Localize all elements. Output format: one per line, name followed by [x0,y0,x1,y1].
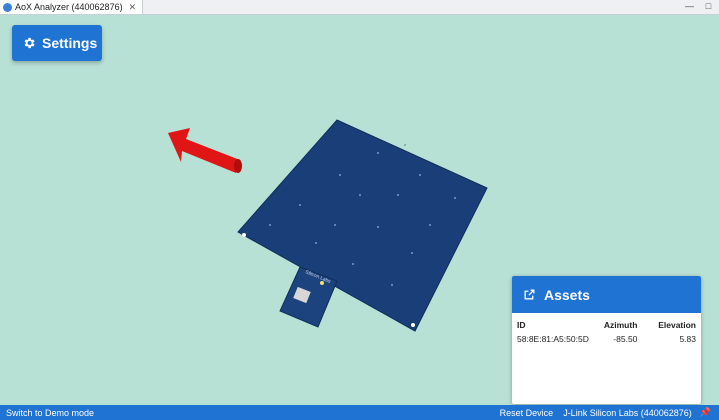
asset-id: 58:8E:81:A5:50:5D [517,334,589,344]
assets-header: Assets [512,276,701,313]
status-bar: Switch to Demo mode Reset Device J-Link … [0,405,719,420]
pin-icon[interactable]: 📌 [700,407,711,418]
tab-title: AoX Analyzer (440062876) [15,2,123,12]
editor-tab-bar: AoX Analyzer (440062876) ✕ — □ [0,0,719,15]
asset-elevation: 5.83 [679,334,696,344]
app-icon [3,2,12,12]
settings-button[interactable]: Settings [12,25,102,61]
reset-device-link[interactable]: Reset Device [500,408,554,418]
device-label: J-Link Silicon Labs (440062876) [563,407,692,418]
gear-icon [24,37,35,49]
open-external-icon[interactable] [523,288,536,301]
column-header-azimuth: Azimuth [603,320,638,330]
direction-arrow [168,128,242,173]
assets-panel: Assets ID Azimuth Elevation 58:8E:81:A5:… [512,276,701,404]
close-icon[interactable]: ✕ [129,2,137,13]
asset-azimuth: -85.50 [613,334,638,344]
minimize-icon[interactable]: — [685,1,694,11]
table-row[interactable]: 58:8E:81:A5:50:5D -85.50 5.83 [512,333,701,345]
tab-aox-analyzer[interactable]: AoX Analyzer (440062876) ✕ [0,0,144,14]
antenna-board [237,119,488,332]
column-header-id: ID [517,320,526,330]
assets-table: ID Azimuth Elevation 58:8E:81:A5:50:5D -… [512,319,701,345]
column-header-elevation: Elevation [658,320,696,330]
switch-demo-mode-link[interactable]: Switch to Demo mode [0,408,500,418]
maximize-icon[interactable]: □ [704,1,713,11]
3d-viewport[interactable]: Silicon Labs Settings Assets ID Azimuth … [0,15,719,405]
assets-title: Assets [544,286,590,303]
settings-label: Settings [42,35,98,51]
